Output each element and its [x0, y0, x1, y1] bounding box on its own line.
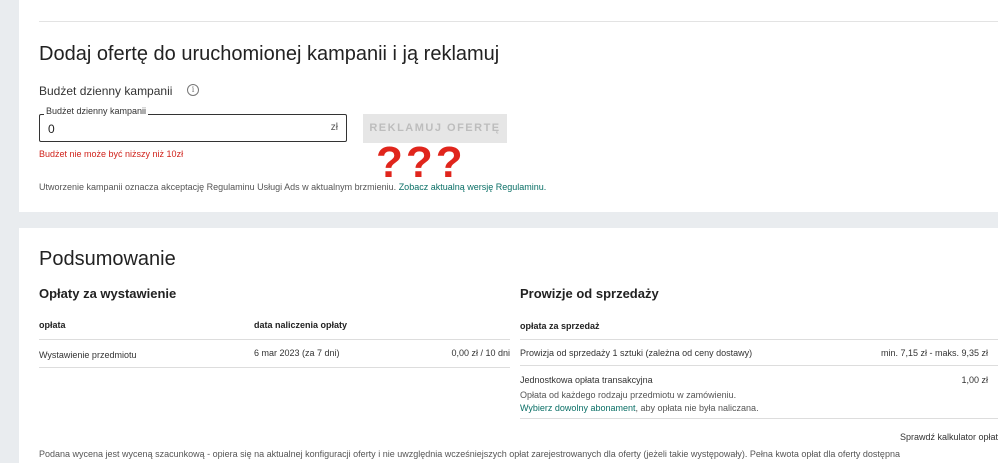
question-marks-annotation: ???: [376, 138, 466, 187]
budget-field-legend: Budżet dzienny kampanii: [44, 106, 149, 116]
sales-row1-name: Prowizja od sprzedaży 1 sztuki (zależna …: [520, 348, 753, 358]
listing-col-fee: opłata: [39, 320, 66, 330]
sales-row2-name: Jednostkowa opłata transakcyjna: [520, 375, 653, 385]
budget-label: Budżet dzienny kampanii: [39, 84, 173, 98]
listing-fees-heading: Opłaty za wystawienie: [39, 286, 177, 301]
terms-statement: Utworzenie kampanii oznacza akceptację R…: [39, 182, 397, 192]
sales-divider: [520, 339, 998, 340]
subscription-note-suffix: , aby opłata nie była naliczana.: [635, 403, 759, 413]
fee-calculator-link[interactable]: Sprawdź kalkulator opłat: [839, 432, 998, 442]
listing-col-date: data naliczenia opłaty: [254, 320, 348, 330]
sales-row2-divider: [520, 418, 998, 419]
sales-row2-description: Opłata od każdego rodzaju przedmiotu w z…: [520, 390, 737, 400]
sales-commission-heading: Prowizje od sprzedaży: [520, 286, 659, 301]
sales-row2-amount: 1,00 zł: [961, 375, 988, 385]
listing-row-amount: 0,00 zł / 10 dni: [451, 348, 510, 358]
budget-error-message: Budżet nie może być niższy niż 10zł: [39, 149, 184, 159]
info-icon[interactable]: i: [187, 84, 199, 96]
subscription-note: Wybierz dowolny abonament, aby opłata ni…: [520, 403, 759, 413]
currency-unit: zł: [330, 122, 338, 133]
terms-text: Utworzenie kampanii oznacza akceptację R…: [39, 182, 546, 192]
listing-row-divider: [39, 367, 510, 368]
sales-row-divider: [520, 365, 998, 366]
summary-title: Podsumowanie: [39, 248, 176, 270]
daily-budget-input[interactable]: 0 zł: [39, 114, 347, 142]
listing-divider: [39, 339, 510, 340]
campaign-title: Dodaj ofertę do uruchomionej kampanii i …: [39, 43, 500, 65]
sales-row1-amount: min. 7,15 zł - maks. 9,35 zł: [880, 348, 988, 358]
listing-row-date: 6 mar 2023 (za 7 dni): [254, 348, 340, 358]
sales-col-fee: opłata za sprzedaż: [520, 321, 600, 331]
campaign-card: Dodaj ofertę do uruchomionej kampanii i …: [19, 0, 998, 212]
top-divider: [39, 21, 998, 22]
listing-row-name: Wystawienie przedmiotu: [39, 350, 137, 360]
summary-card: Podsumowanie Opłaty za wystawienie opłat…: [19, 228, 998, 463]
budget-value: 0: [48, 122, 55, 136]
estimate-footnote: Podana wycena jest wyceną szacunkową - o…: [39, 449, 900, 459]
choose-subscription-link[interactable]: Wybierz dowolny abonament: [520, 403, 635, 413]
